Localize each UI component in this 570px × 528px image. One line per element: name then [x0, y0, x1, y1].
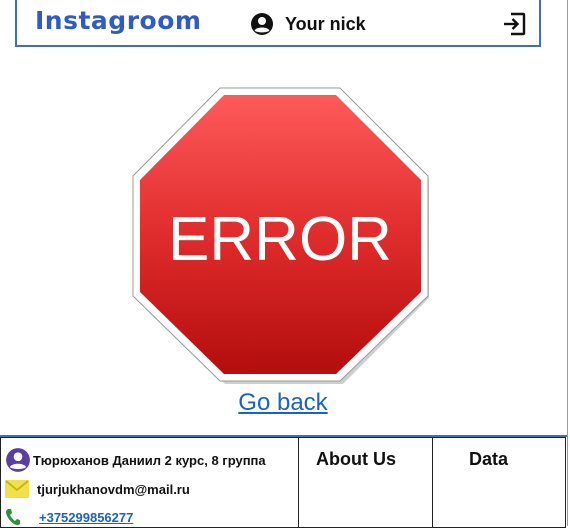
app-logo[interactable]: Instagroom	[35, 6, 201, 35]
stop-sign-icon: ERROR	[132, 87, 429, 384]
error-text: ERROR	[168, 205, 392, 274]
footer-data-column: Data	[433, 437, 566, 528]
footer-contact-column: Тюрюханов Даниил 2 курс, 8 группа tjurju…	[0, 437, 299, 528]
phone-link[interactable]: +375299856277	[39, 510, 133, 525]
author-name: Тюрюханов Даниил 2 курс, 8 группа	[33, 452, 266, 468]
author-row: Тюрюханов Даниил 2 курс, 8 группа	[5, 447, 266, 473]
footer-about-column: About Us	[299, 437, 433, 528]
phone-row: +375299856277	[5, 508, 133, 526]
account-circle-icon	[251, 13, 273, 35]
email-text: tjurjukhanovdm@mail.ru	[37, 481, 190, 497]
logout-icon[interactable]	[501, 11, 527, 37]
account-circle-icon	[6, 448, 30, 472]
email-row: tjurjukhanovdm@mail.ru	[5, 480, 190, 498]
go-back-link[interactable]: Go back	[0, 389, 566, 417]
page-edge-rule	[567, 0, 568, 526]
user-nick[interactable]: Your nick	[285, 14, 366, 35]
mail-icon	[5, 480, 29, 498]
footer: Тюрюханов Даниил 2 курс, 8 группа tjurju…	[0, 435, 567, 528]
data-link[interactable]: Data	[469, 449, 508, 470]
phone-icon	[6, 509, 20, 525]
top-navbar: Instagroom Your nick	[15, 0, 541, 47]
about-us-link[interactable]: About Us	[316, 449, 396, 470]
